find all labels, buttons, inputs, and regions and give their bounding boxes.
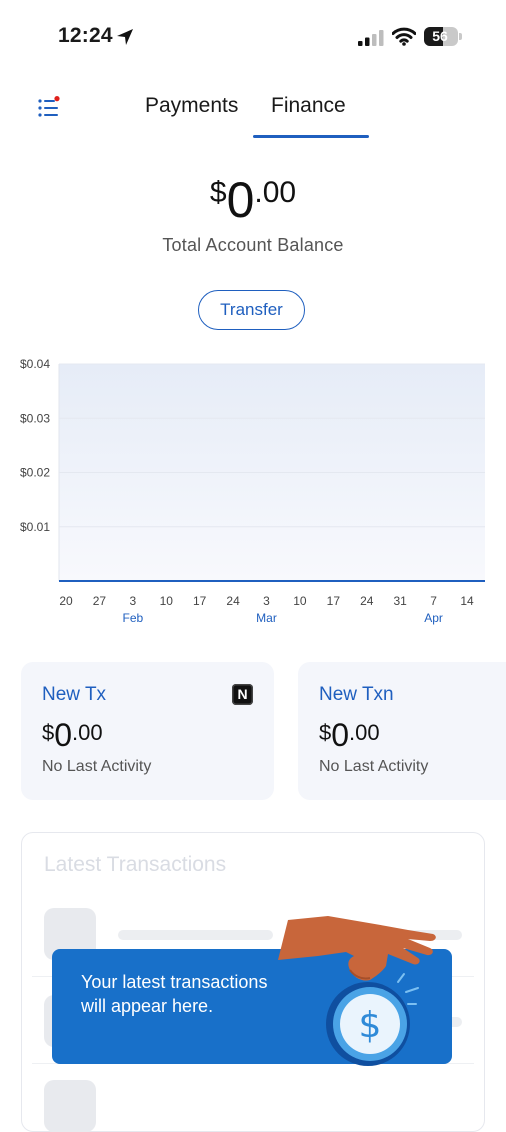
card-last-activity: No Last Activity: [319, 758, 429, 775]
battery-level: 56: [432, 28, 448, 44]
battery-nub: [459, 33, 462, 40]
chart-x-tick-label: 20: [59, 594, 73, 608]
total-balance: $0.00: [0, 170, 506, 230]
status-time: 12:24: [58, 24, 113, 47]
chart-x-tick-label: 31: [393, 594, 407, 608]
battery-indicator: 56: [424, 27, 458, 46]
card-amount: $0.00: [319, 716, 380, 754]
card-title: New Tx: [42, 684, 107, 705]
chart-x-tick-label: 10: [293, 594, 307, 608]
chart-x-tick-label: 27: [93, 594, 107, 608]
chart-y-tick-label: $0.02: [20, 466, 50, 480]
toast-message: Your latest transactions will appear her…: [81, 972, 268, 1016]
card-amount-currency: $: [42, 720, 55, 745]
chart-x-tick-label: 24: [360, 594, 374, 608]
chart-x-tick-label: 17: [327, 594, 341, 608]
chart-x-tick-label: 7: [430, 594, 437, 608]
card-amount-cents: .00: [349, 720, 380, 745]
card-amount-whole: 0: [54, 717, 73, 753]
card-last-activity: No Last Activity: [42, 758, 152, 775]
balance-whole: 0: [226, 172, 255, 228]
location-arrow-icon: [117, 29, 133, 45]
latest-transactions-title: Latest Transactions: [44, 853, 227, 876]
balance-label: Total Account Balance: [162, 235, 344, 255]
card-amount-cents: .00: [72, 720, 103, 745]
balance-cents: .00: [254, 176, 297, 209]
card-amount: $0.00: [42, 716, 103, 754]
chart-y-tick-label: $0.04: [20, 357, 50, 371]
wifi-icon: [392, 27, 416, 46]
chart-x-tick-label: 24: [226, 594, 240, 608]
hand-icon: [278, 916, 436, 981]
menu-icon[interactable]: [36, 96, 62, 122]
active-tab-indicator: [253, 135, 369, 138]
skeleton-avatar: [44, 1080, 96, 1132]
tab-payments[interactable]: Payments: [145, 94, 238, 118]
chart-month-label: Apr: [424, 611, 443, 625]
chart-x-tick-label: 14: [460, 594, 474, 608]
chart-x-tick-label: 17: [193, 594, 207, 608]
balance-chart: $0.04 $0.03 $0.02 $0.01 20 27 3 10 17 24 3 10 17 24 3…: [20, 357, 485, 625]
transfer-button[interactable]: Transfer: [198, 290, 305, 330]
skeleton-line: [118, 930, 273, 940]
n-logo-icon: N: [232, 684, 253, 705]
dollar-icon: $: [359, 1005, 382, 1046]
notification-dot: [54, 96, 60, 102]
chart-x-tick-label: 10: [160, 594, 174, 608]
card-title: New Txn: [319, 684, 394, 705]
cellular-signal-icon: [358, 30, 384, 46]
tab-finance[interactable]: Finance: [271, 94, 346, 118]
chart-x-tick-label: 3: [129, 594, 136, 608]
chart-x-tick-label: 3: [263, 594, 270, 608]
account-card-new-tx[interactable]: New Tx N $0.00 No Last Activity: [21, 662, 274, 800]
account-card-new-txn[interactable]: New Txn $0.00 No Last Activity: [298, 662, 506, 800]
chart-y-tick-label: $0.03: [20, 411, 50, 425]
chart-month-label: Mar: [256, 611, 277, 625]
balance-currency: $: [209, 176, 227, 209]
chart-y-tick-label: $0.01: [20, 520, 50, 534]
card-amount-whole: 0: [331, 717, 350, 753]
chart-month-label: Feb: [122, 611, 143, 625]
card-amount-currency: $: [319, 720, 332, 745]
hand-dropping-coin-illustration: $: [278, 916, 436, 1066]
